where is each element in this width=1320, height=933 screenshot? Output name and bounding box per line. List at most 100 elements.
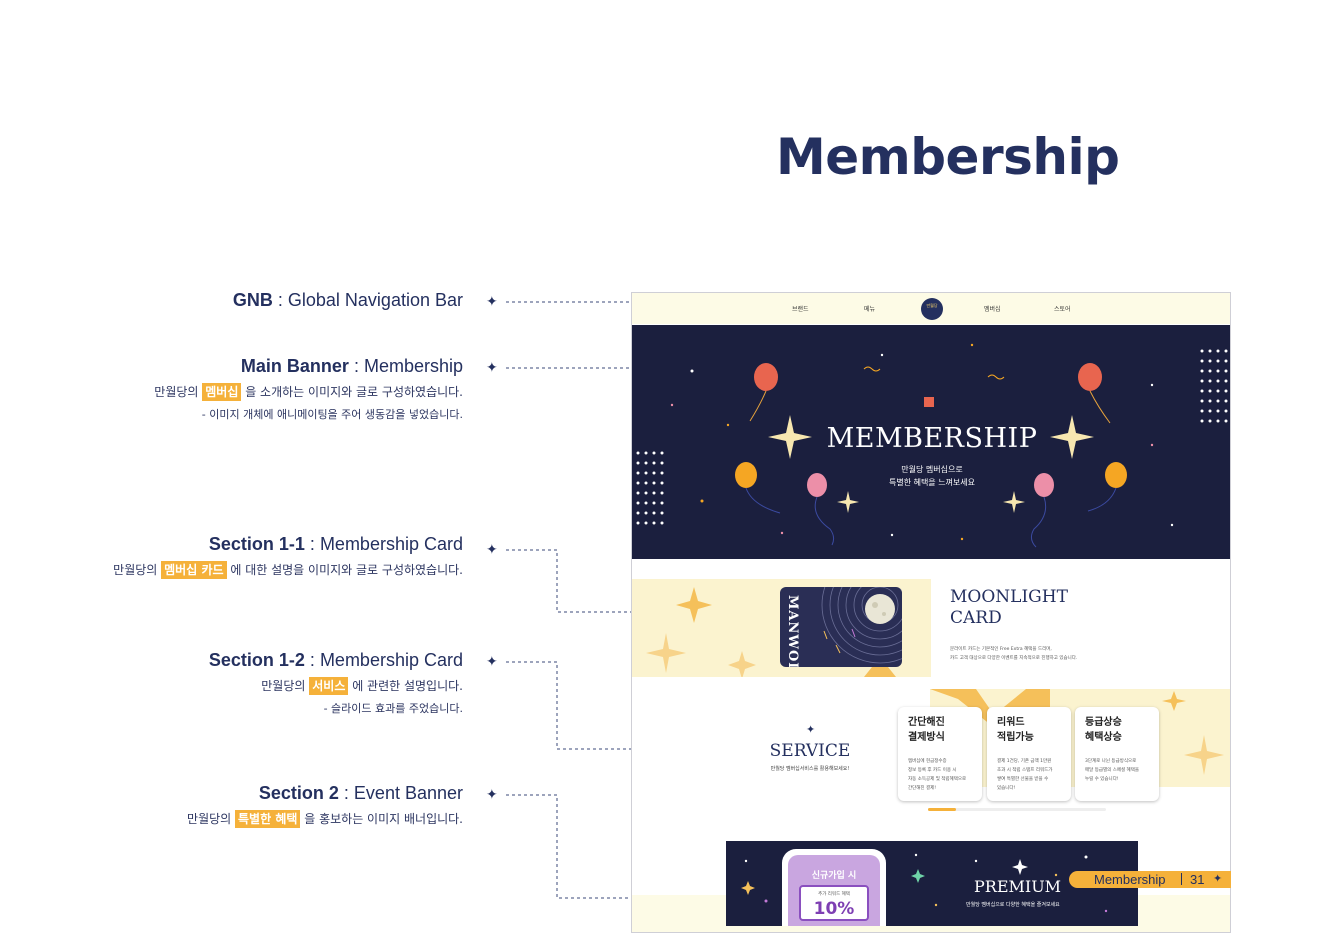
moonlight-card-desc: 문라이트 카드는 기본적인 Free Extra 혜택을 드리며, 카드 고객 … <box>950 645 1077 663</box>
annotation-sep: : <box>272 290 288 310</box>
service-card[interactable]: 간단해진 결제방식 멤버십에 현금정수증 정보 등록 후 카드 이용 시 자동 … <box>898 707 982 801</box>
annotation-desc: Event Banner <box>353 783 463 803</box>
balloon-icon <box>1078 363 1111 424</box>
gnb: 브랜드 메뉴 만월당 멤버십 스토어 <box>632 293 1230 324</box>
star-icon: ✦ <box>1213 872 1223 885</box>
main-banner: MEMBERSHIP 만월당 멤버십으로 특별한 혜택을 느껴보세요 <box>632 325 1230 559</box>
annotation-main-banner-title: Main Banner : Membership <box>154 356 463 377</box>
annotation-desc: Membership Card <box>319 534 463 554</box>
annotation-section-1-1: Section 1-1 : Membership Card 만월당의 멤버십 카… <box>113 534 463 579</box>
annotation-main-banner-line: 만월당의 멤버십 을 소개하는 이미지와 글로 구성하였습니다. <box>154 383 463 401</box>
section-service: ✦ SERVICE 만월당 멤버십서비스를 활용해보세요! 간단해진 결제방식 … <box>632 689 1230 814</box>
page-tag: Membership 31 ✦ <box>1069 871 1231 888</box>
line-text: 에 대한 설명을 이미지와 글로 구성하였습니다. <box>226 563 463 577</box>
annotation-gnb: GNB : Global Navigation Bar <box>233 290 463 311</box>
annotation-section-1-2-title: Section 1-2 : Membership Card <box>209 650 463 671</box>
sparkle-icon <box>728 651 756 679</box>
dot-grid-icon <box>1200 349 1228 423</box>
event-subtitle: 만월당 멤버십으로 다양한 혜택을 즐겨보세요 <box>966 902 1060 908</box>
gnb-item-store[interactable]: 스토어 <box>1054 304 1071 313</box>
annotation-section-2-title: Section 2 : Event Banner <box>187 783 463 804</box>
slide-progress-bar[interactable] <box>928 808 1106 811</box>
connector-section-1-1 <box>506 549 631 613</box>
line-text: 을 소개하는 이미지와 글로 구성하였습니다. <box>241 385 463 399</box>
moonlight-card-title: MOONLIGHT CARD <box>950 587 1068 629</box>
annotation-section-1-2: Section 1-2 : Membership Card 만월당의 서비스 에… <box>209 650 463 716</box>
page-tag-divider <box>1181 873 1182 885</box>
website-mockup: 브랜드 메뉴 만월당 멤버십 스토어 MEMBERSHIP 만월당 멤버십으로 … <box>631 292 1231 933</box>
sparkle-icon <box>911 869 925 883</box>
line-text: 만월당의 <box>154 385 203 399</box>
phone-headline: 신규가입 시 <box>811 871 857 881</box>
service-subtitle: 만월당 멤버십서비스를 활용해보세요! <box>770 766 850 772</box>
logo-text: 만월당 <box>926 303 938 308</box>
annotation-desc: Membership Card <box>319 650 463 670</box>
sparkle-icon <box>1012 859 1028 875</box>
page-tag-label: Membership <box>1094 872 1166 887</box>
sparkle-icon <box>646 633 686 673</box>
service-card-title: 등급상승 혜택상승 <box>1085 717 1122 743</box>
annotation-name: Section 1-2 <box>208 650 305 670</box>
line-text: 만월당의 <box>187 812 236 826</box>
annotation-name: Section 2 <box>258 783 339 803</box>
annotation-section-1-2-note: - 슬라이드 효과를 주었습니다. <box>323 702 463 715</box>
star-icon: ✦ <box>486 654 498 670</box>
star-icon: ✦ <box>486 542 498 558</box>
slide-progress-fill <box>928 808 957 811</box>
annotation-section-1-1-line: 만월당의 멤버십 카드 에 대한 설명을 이미지와 글로 구성하였습니다. <box>113 561 463 579</box>
highlight-text: 서비스 <box>309 677 349 695</box>
gnb-item-menu[interactable]: 메뉴 <box>864 304 875 313</box>
annotation-section-1-1-title: Section 1-1 : Membership Card <box>113 534 463 555</box>
coupon-label: 추가 리워드 혜택 <box>818 892 850 897</box>
logo[interactable] <box>921 298 943 320</box>
card-desc-line: 카드 고객 대상으로 다양한 이벤트를 지속적으로 진행하고 있습니다. <box>950 656 1078 661</box>
connector-section-1-2 <box>506 661 631 750</box>
banner-subtitle: 만월당 멤버십으로 특별한 혜택을 느껴보세요 <box>632 463 1230 489</box>
card-brand: MANWOL <box>785 595 800 667</box>
sparkle-icon <box>1003 491 1025 513</box>
annotation-name: Section 1-1 <box>208 534 305 554</box>
service-card-desc: 3단계로 나뉜 등급방식으로 매달 등급별의 스페셜 혜택을 누릴 수 있습니다… <box>1085 759 1139 782</box>
annotation-main-banner-note: - 이미지 개체에 애니메이팅을 주어 생동감을 넣었습니다. <box>201 408 463 421</box>
annotation-section-2: Section 2 : Event Banner 만월당의 특별한 혜택 을 홍… <box>187 783 463 828</box>
service-card[interactable]: 등급상승 혜택상승 3단계로 나뉜 등급방식으로 매달 등급별의 스페셜 혜택을… <box>1075 707 1159 801</box>
service-card[interactable]: 리워드 적립가능 결제 1건당, 기존 금액 1만원 초과 시 적립 스탬프 리… <box>987 707 1071 801</box>
card-title-line: MOONLIGHT <box>950 587 1068 607</box>
annotation-desc: Membership <box>363 356 463 376</box>
event-title: PREMIUM <box>974 877 1062 896</box>
balloon-icon <box>749 363 778 422</box>
star-icon: ✦ <box>486 294 498 310</box>
annotation-name: GNB <box>232 290 273 310</box>
gnb-item-brand[interactable]: 브랜드 <box>792 304 809 313</box>
sparkle-icon <box>837 491 859 513</box>
card-desc-line: 문라이트 카드는 기본적인 Free Extra 혜택을 드리며, <box>950 647 1052 652</box>
sparkle-icon <box>1184 735 1224 775</box>
sparkle-icon <box>1162 691 1186 711</box>
coupon-value: 10% <box>813 899 855 919</box>
connector-section-2 <box>506 794 631 899</box>
highlight-text: 멤버십 카드 <box>161 561 227 579</box>
annotation-main-banner: Main Banner : Membership 만월당의 멤버십 을 소개하는… <box>154 356 463 422</box>
star-icon: ✦ <box>806 723 816 736</box>
star-icon: ✦ <box>486 787 498 803</box>
banner-subtitle-line: 만월당 멤버십으로 <box>901 465 963 474</box>
annotation-sep: : <box>338 783 354 803</box>
service-card-desc: 결제 1건당, 기존 금액 1만원 초과 시 적립 스탬프 리워드가 쌓여 특별… <box>997 759 1053 791</box>
service-card-title: 간단해진 결제방식 <box>908 717 945 743</box>
gift-icon <box>924 397 934 407</box>
annotation-sep: : <box>348 356 364 376</box>
line-text: 을 홍보하는 이미지 배너입니다. <box>300 812 463 826</box>
highlight-text: 멤버십 <box>202 383 242 401</box>
highlight-text: 특별한 혜택 <box>235 810 301 828</box>
confetti-icon <box>863 366 881 372</box>
annotation-section-1-2-line: 만월당의 서비스 에 관련한 설명입니다. <box>209 677 463 695</box>
service-card-desc: 멤버십에 현금정수증 정보 등록 후 카드 이용 시 자동 소득공제 및 적립혜… <box>908 759 967 791</box>
sparkle-icon <box>741 881 755 895</box>
star-icon: ✦ <box>486 360 498 376</box>
coupon: 추가 리워드 혜택 10% <box>799 885 869 921</box>
line-text: 만월당의 <box>113 563 162 577</box>
gnb-item-membership[interactable]: 멤버십 <box>984 304 1001 313</box>
service-title: SERVICE <box>769 741 851 761</box>
banner-subtitle-line: 특별한 혜택을 느껴보세요 <box>888 478 976 487</box>
sparkle-icon <box>676 587 712 623</box>
